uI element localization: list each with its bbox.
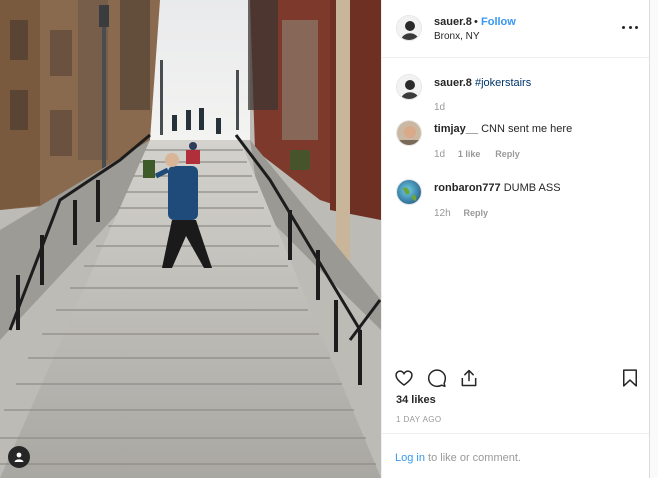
login-prompt-text: to like or comment. (424, 452, 521, 464)
tagged-users-button[interactable] (8, 446, 30, 468)
more-dot (622, 25, 625, 29)
post-timestamp[interactable]: 1 DAY AGO (396, 415, 442, 424)
bookmark-icon[interactable] (618, 366, 642, 390)
comment-hashtag[interactable]: #jokerstairs (475, 77, 531, 89)
more-dot (628, 25, 632, 29)
comment-text: sauer.8 #jokerstairs (434, 76, 531, 90)
more-dot (635, 25, 638, 29)
comment-username[interactable]: sauer.8 (434, 77, 472, 89)
avatar-image (397, 121, 421, 145)
comment-time[interactable]: 12h (434, 208, 451, 219)
reply-button[interactable]: Reply (463, 208, 488, 218)
comment-body: CNN sent me here (481, 123, 573, 135)
comment-username[interactable]: ronbaron777 (434, 182, 501, 194)
caption-comment: sauer.8 #jokerstairs 1d (382, 74, 650, 118)
avatar-image (397, 180, 421, 204)
avatar[interactable] (396, 15, 422, 41)
comment-meta: 12h Reply (434, 208, 500, 219)
page-scroll-edge (649, 0, 658, 478)
comment-body: DUMB ASS (503, 182, 561, 194)
comment-footer: Log in to like or comment. (382, 433, 650, 478)
post-photo[interactable] (0, 0, 381, 478)
comment-likes[interactable]: 1 like (458, 149, 481, 159)
user-icon (14, 452, 24, 462)
post-location[interactable]: Bronx, NY (434, 31, 480, 42)
follow-button[interactable]: Follow (481, 16, 516, 28)
comment-item: timjay__ CNN sent me here 1d 1 like Repl… (382, 120, 650, 164)
post-actions (382, 366, 650, 392)
comment-item: ronbaron777 DUMB ASS 12h Reply (382, 179, 650, 223)
avatar-image (397, 75, 421, 99)
post-side-panel: sauer.8 • Follow Bronx, NY sauer.8 #joke… (381, 0, 650, 478)
author-username[interactable]: sauer.8 (434, 16, 472, 28)
reply-button[interactable]: Reply (495, 149, 520, 159)
avatar[interactable] (396, 120, 422, 146)
comment-meta: 1d 1 like Reply (434, 149, 532, 160)
heart-icon[interactable] (392, 366, 416, 390)
post-header: sauer.8 • Follow Bronx, NY (382, 0, 650, 58)
more-options-icon[interactable] (622, 20, 638, 34)
login-prompt: Log in to like or comment. (395, 452, 521, 464)
share-icon[interactable] (457, 366, 481, 390)
avatar[interactable] (396, 179, 422, 205)
comment-text: ronbaron777 DUMB ASS (434, 181, 561, 195)
avatar[interactable] (396, 74, 422, 100)
comment-meta: 1d (434, 102, 455, 113)
stairs-photo-image (0, 0, 381, 478)
comment-text: timjay__ CNN sent me here (434, 122, 572, 136)
separator-dot: • (474, 16, 478, 28)
comment-time[interactable]: 1d (434, 149, 445, 160)
comment-username[interactable]: timjay__ (434, 123, 478, 135)
like-count[interactable]: 34 likes (396, 394, 436, 406)
login-link[interactable]: Log in (395, 452, 425, 464)
avatar-image (397, 16, 421, 40)
comment-time[interactable]: 1d (434, 102, 445, 113)
comment-icon[interactable] (425, 366, 449, 390)
